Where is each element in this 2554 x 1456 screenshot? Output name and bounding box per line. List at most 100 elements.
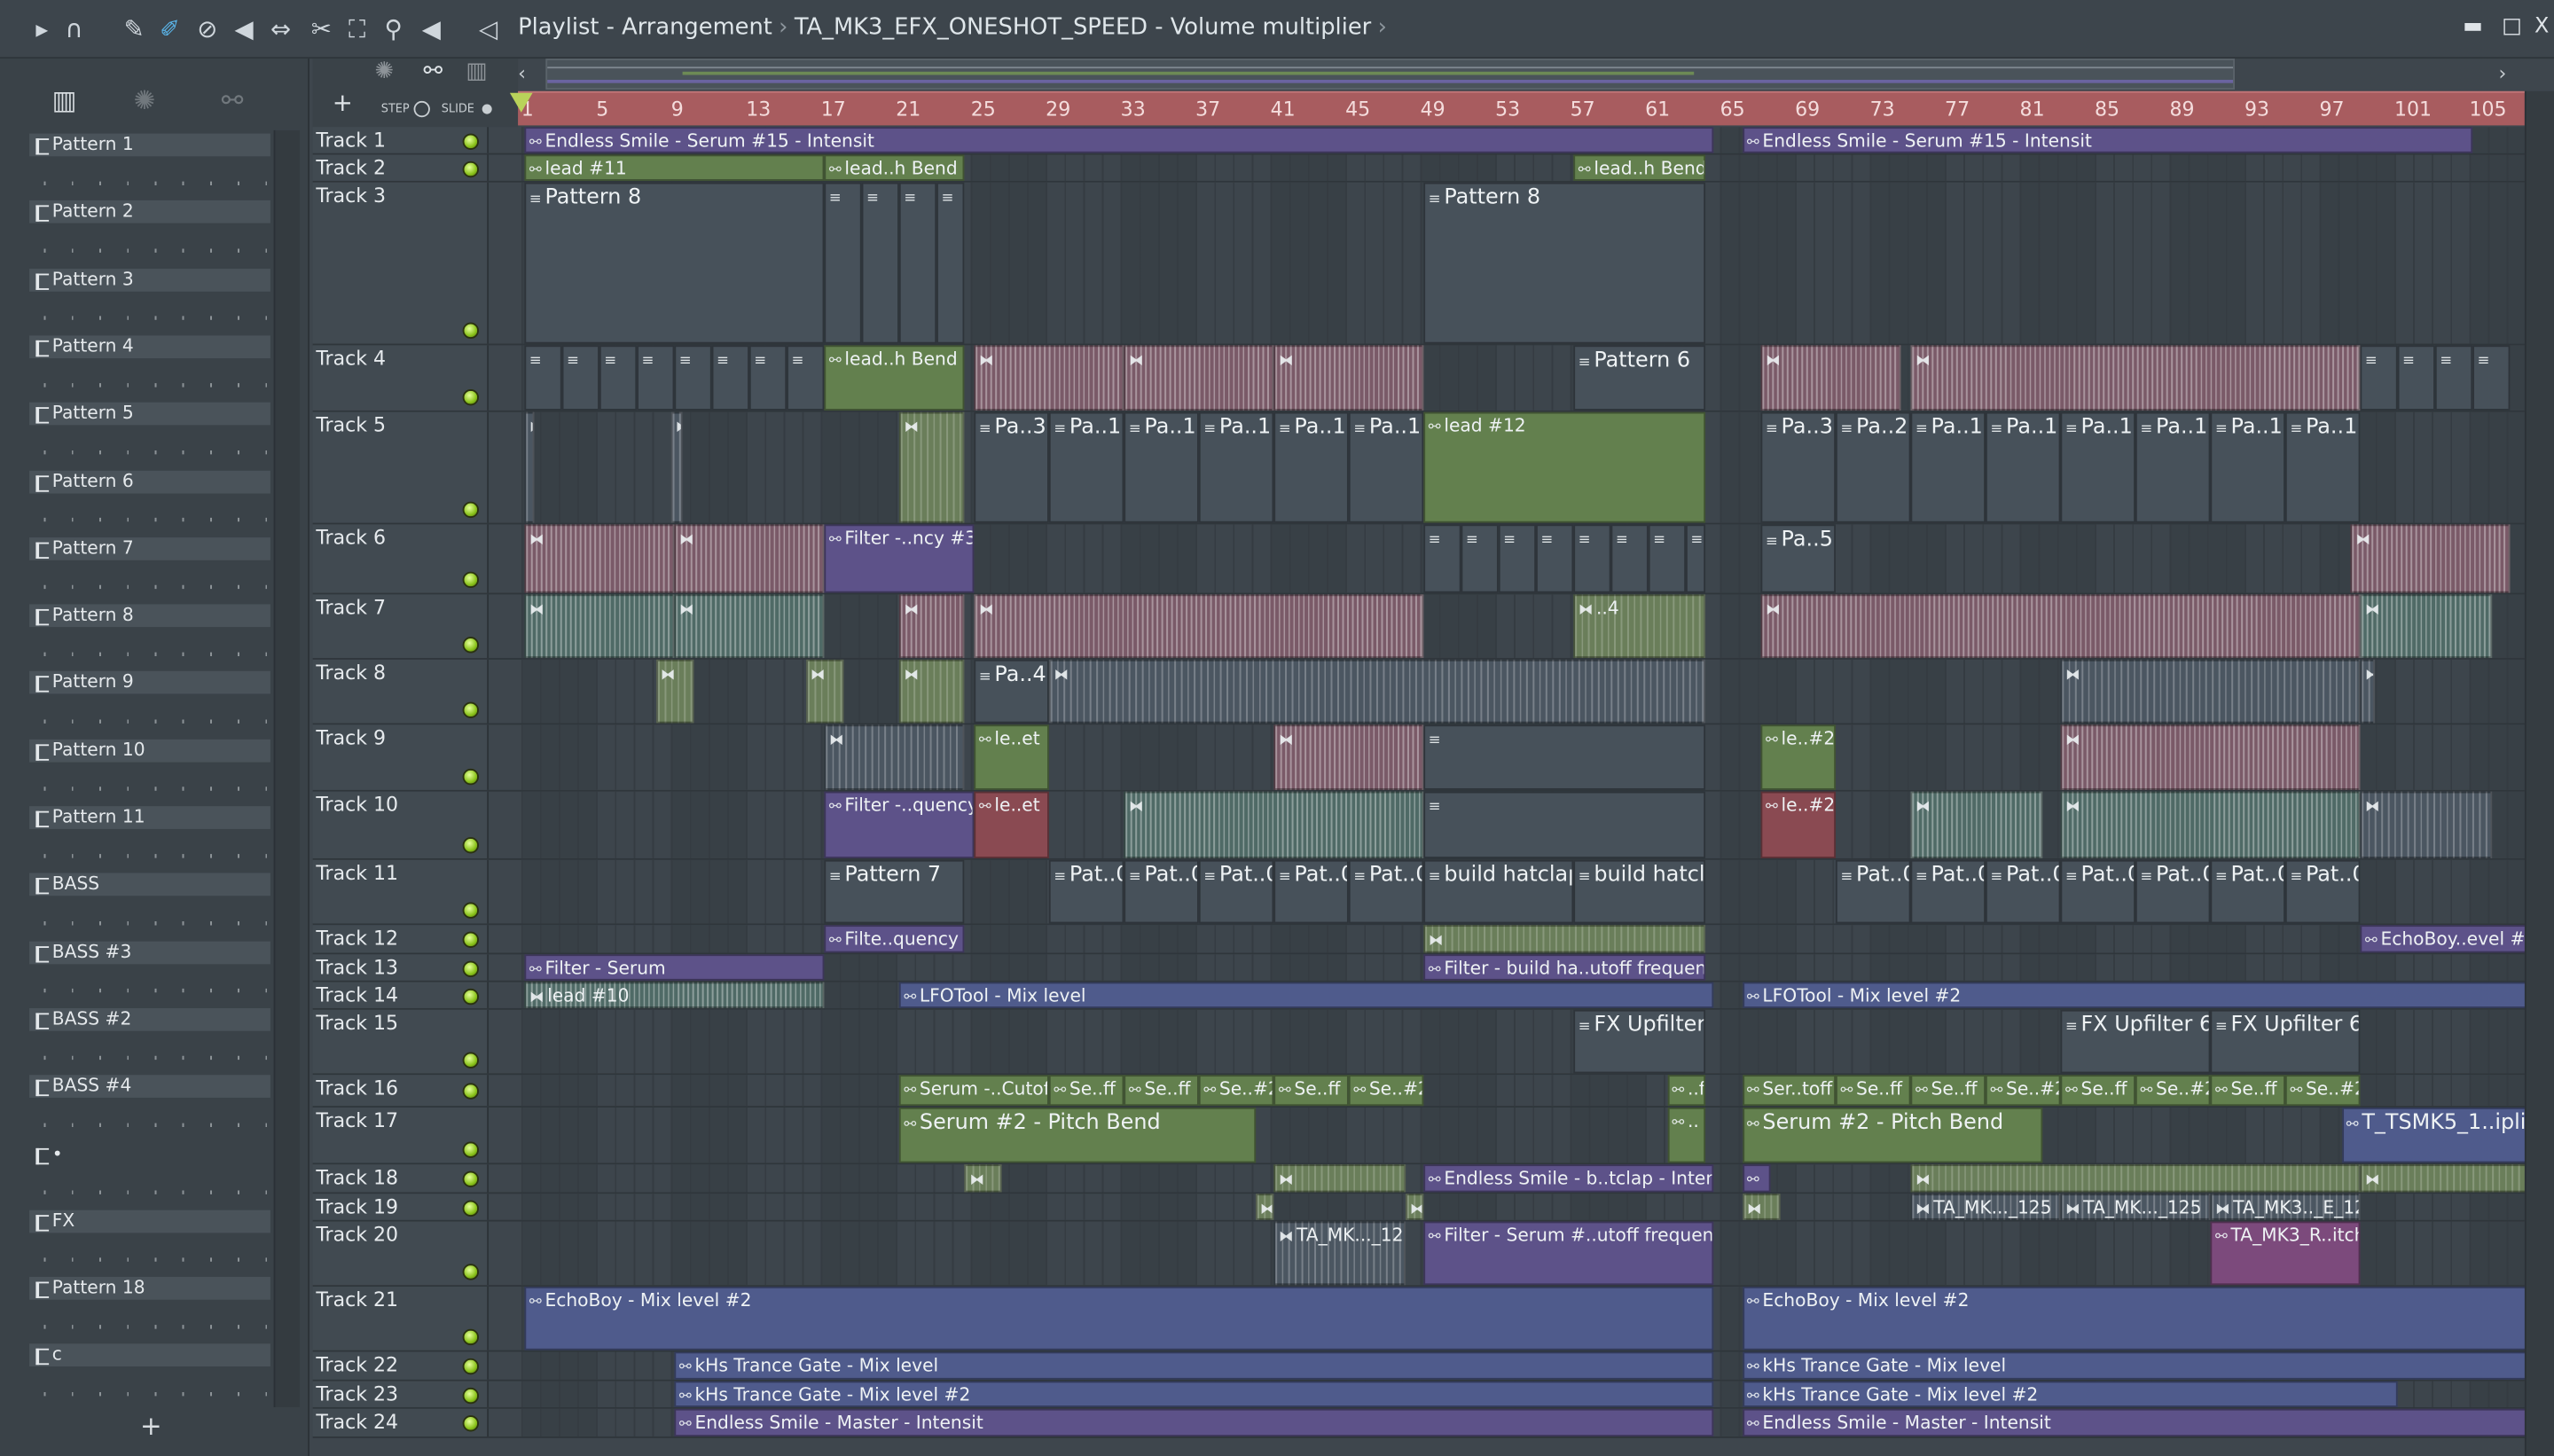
clip-audio[interactable]: ⧓	[674, 524, 825, 593]
clip-auto[interactable]: ⚯ Se..ff	[1048, 1075, 1124, 1107]
track-lane[interactable]: ≡ ≡ ≡ ≡ ≡ ≡ ≡ ≡ ⚯ lead..h Bend ⧓ ⧓ ⧓ ≡ Pattern 6 ⧓ ⧓ ≡ ≡ ≡ ≡	[521, 345, 2525, 411]
clip-auto[interactable]: ⚯..	[1666, 1107, 1705, 1163]
clip-audio[interactable]: ⧓	[2060, 659, 2361, 724]
track-lane[interactable]: ⧓ ⧓ ⚯ Filter -..ncy #3 ≡ ≡ ≡ ≡ ≡ ≡ ≡ ≡ ≡ Pa..5 ⧓	[521, 524, 2525, 593]
clip-pattern[interactable]: ≡ Pa..1	[1985, 411, 2061, 523]
clip-pattern[interactable]: ≡	[1536, 524, 1574, 593]
clip-pattern[interactable]: ≡	[748, 345, 787, 411]
track-mute-led[interactable]	[462, 322, 479, 340]
maximize-button[interactable]: □	[2502, 15, 2522, 40]
clip-auto[interactable]: ⚯ Se..ff	[2060, 1075, 2135, 1107]
track-mute-led[interactable]	[462, 501, 479, 519]
clip-pattern[interactable]: ≡	[2397, 345, 2435, 411]
clip-pattern[interactable]: ≡ Pat..0	[1348, 859, 1424, 924]
clip-pattern[interactable]: ≡ Pat..0	[1048, 859, 1124, 924]
track-mute-led[interactable]	[462, 1358, 479, 1375]
track-lane[interactable]: ⚯ lead #11 ⚯ lead..h Bend ⚯ lead..h Bend	[521, 154, 2525, 181]
track-header[interactable]: Track 23	[312, 1381, 490, 1407]
clip-auto[interactable]: ⚯	[1742, 1164, 1771, 1193]
clip-pattern[interactable]: ≡	[898, 182, 937, 344]
clip-auto[interactable]: ⚯ ..f	[1666, 1075, 1705, 1107]
clip-auto[interactable]: ⚯ TA_MK3_R..itch	[2210, 1221, 2361, 1286]
track-mute-led[interactable]	[462, 987, 479, 1005]
track-header[interactable]: Track 24	[312, 1408, 490, 1436]
add-pattern-button[interactable]: +	[140, 1411, 162, 1442]
track-lane[interactable]: ⧓ TA_MK..._125 ⚯ Filter - Serum #..utoff fr…	[521, 1221, 2525, 1286]
track-lane[interactable]: ⚯ Serum -..Cutoff ⚯ Se..ff ⚯ Se..ff ⚯ Se..#2 ⚯ Se…	[521, 1075, 2525, 1107]
speaker-icon[interactable]: ◁	[479, 15, 497, 44]
clip-pattern[interactable]: ≡ Pa..1	[2284, 411, 2361, 523]
clip-audio[interactable]: ⧓	[2360, 594, 2492, 659]
track-header[interactable]: Track 22	[312, 1351, 490, 1380]
track-header[interactable]: Track 9	[312, 724, 490, 790]
picker-item[interactable]: Pattern 11	[29, 806, 270, 871]
clip-audio[interactable]: ⧓	[898, 411, 965, 523]
clip-auto[interactable]: ⚯ kHs Trance Gate - Mix level #2	[674, 1381, 1714, 1407]
track-lane[interactable]: ⧓ ⧓ ⧓ ≡Pa..4 ⧓ ⧓ ⧓	[521, 659, 2525, 724]
track-lane[interactable]: ⧓ ⚯ le..et ⧓ ≡ ⚯ le..#2 ⧓	[521, 724, 2525, 790]
clip-pattern[interactable]: ≡	[1686, 524, 1705, 593]
clip-pattern[interactable]: ≡ Pat..0	[2210, 859, 2285, 924]
clip-audio[interactable]: ⧓	[1048, 659, 1705, 724]
clip-auto[interactable]: ⚯ kHs Trance Gate - Mix level	[674, 1351, 1714, 1380]
clip-audio[interactable]: ⧓	[1910, 345, 2361, 411]
clip-auto[interactable]: ⚯ lead..h Bend	[824, 345, 965, 411]
track-mute-led[interactable]	[462, 1199, 479, 1217]
track-mute-led[interactable]	[462, 1328, 479, 1346]
track-header[interactable]: Track 11	[312, 859, 490, 924]
clip-pattern[interactable]: ≡ Pa..1	[1348, 411, 1424, 523]
zoom-icon[interactable]: ⚲	[384, 15, 402, 44]
clip-pattern[interactable]: ≡	[2472, 345, 2511, 411]
clip-pattern[interactable]: ≡ Pat..0	[1198, 859, 1274, 924]
play-icon[interactable]: ▸	[35, 15, 48, 44]
clip-auto[interactable]: ⚯ Filter - build ha..utoff frequency	[1423, 954, 1705, 981]
pencil-icon[interactable]: ✎	[124, 15, 145, 44]
select-icon[interactable]: ⛶	[349, 15, 365, 44]
clip-pattern[interactable]: ≡	[824, 182, 862, 344]
clip-auto[interactable]: ⚯T_TSMK5_1..iplier	[2341, 1107, 2529, 1163]
clip-auto[interactable]: ⚯ LFOTool - Mix level	[898, 982, 1714, 1008]
clip-auto[interactable]: ⚯ Endless Smile - Master - Intensit	[674, 1408, 1714, 1436]
clip-audio[interactable]: ⧓ TA_MK..._125	[1273, 1221, 1406, 1286]
clip-auto[interactable]: ⚯ Ser..toff	[1742, 1075, 1836, 1107]
picker-item[interactable]: Pattern 3	[29, 268, 270, 333]
track-mute-led[interactable]	[462, 1415, 479, 1432]
clip-pattern[interactable]: ≡ Pat..0	[1124, 859, 1199, 924]
clip-audio[interactable]: ⧓	[1255, 1194, 1274, 1220]
clip-auto[interactable]: ⚯ Filter -..quency	[824, 791, 975, 858]
clip-audio[interactable]: ⧓	[674, 594, 825, 659]
minimize-button[interactable]: ▬	[2463, 15, 2483, 40]
track-header[interactable]: Track 1	[312, 127, 490, 153]
track-header[interactable]: Track 4	[312, 345, 490, 411]
clip-pattern[interactable]: ≡ Pa..1	[2135, 411, 2211, 523]
track-mute-led[interactable]	[462, 931, 479, 948]
clip-auto[interactable]: ⚯ le..#2	[1760, 724, 1836, 790]
track-header[interactable]: Track 2	[312, 154, 490, 181]
window-title[interactable]: Playlist - Arrangement › TA_MK3_EFX_ONESHO…	[518, 15, 1393, 41]
track-mute-led[interactable]	[462, 902, 479, 919]
mute-icon[interactable]: ◀	[234, 15, 253, 44]
magnet-icon[interactable]: ∩	[65, 15, 82, 44]
clip-pattern[interactable]: ≡	[1498, 524, 1537, 593]
clip-audio[interactable]: ⧓	[1273, 724, 1424, 790]
picker-item[interactable]: Pattern 4	[29, 335, 270, 400]
clip-pattern[interactable]: ≡ Pat..0	[2060, 859, 2135, 924]
picker-item[interactable]: Pattern 5	[29, 403, 270, 467]
clip-audio[interactable]: ⧓	[898, 659, 965, 724]
clip-pattern[interactable]: ≡	[1610, 524, 1649, 593]
picker-item[interactable]: FX	[29, 1209, 270, 1274]
clip-pattern[interactable]: ≡ Pat..0	[1985, 859, 2061, 924]
track-lane[interactable]: ⚯ kHs Trance Gate - Mix level ⚯ kHs Trance …	[521, 1351, 2529, 1380]
picker-item[interactable]: Pattern 6	[29, 469, 270, 535]
clip-audio[interactable]: ⧓	[824, 724, 965, 790]
picker-item[interactable]: BASS #2	[29, 1007, 270, 1073]
track-mute-led[interactable]	[462, 160, 479, 177]
scroll-right-button[interactable]: ›	[2499, 62, 2507, 85]
clip-pattern[interactable]: ≡	[2434, 345, 2473, 411]
clip-pattern[interactable]: ≡ Pattern 8	[1423, 182, 1705, 344]
clip-auto[interactable]: ⚯ Se..#2	[2135, 1075, 2211, 1107]
clip-pattern[interactable]: ≡ Pa..3	[1760, 411, 1836, 523]
clip-audio[interactable]: ⧓	[974, 345, 1124, 411]
clip-pattern[interactable]: ≡	[1423, 724, 1705, 790]
track-mute-led[interactable]	[462, 637, 479, 654]
